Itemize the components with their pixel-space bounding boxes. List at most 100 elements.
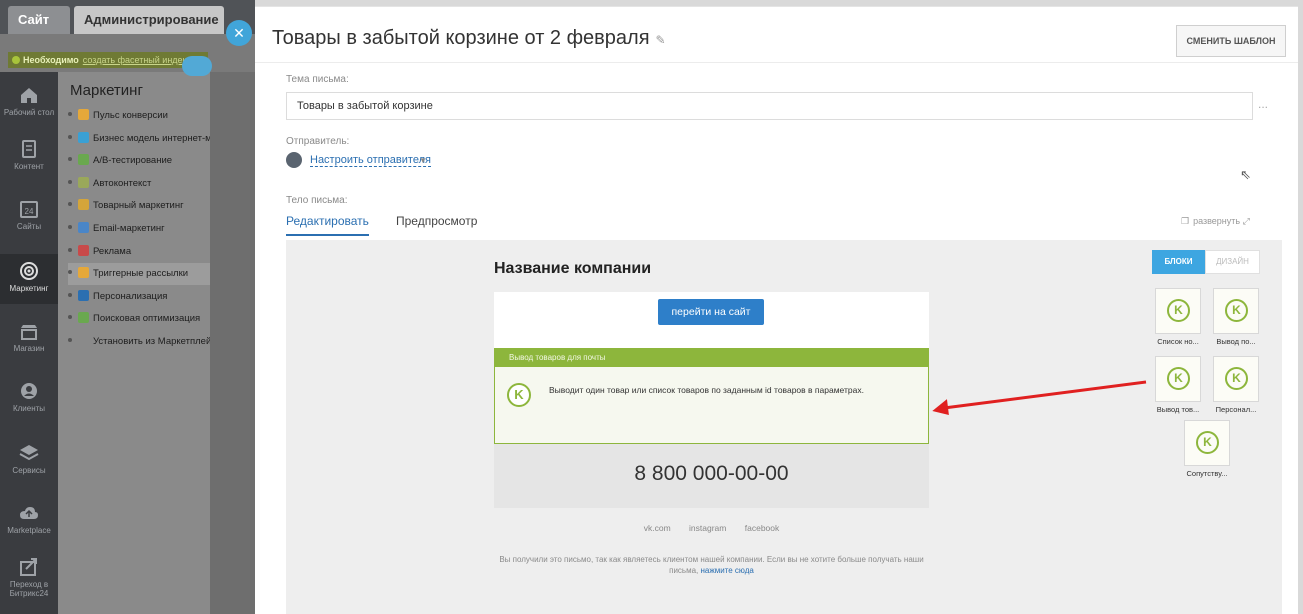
target-icon <box>20 262 38 280</box>
copy-icon: ❐ <box>1181 216 1190 226</box>
clients-icon <box>21 383 37 399</box>
bullet-icon <box>68 157 72 162</box>
block-tile[interactable]: K <box>1155 356 1201 402</box>
sender-label: Отправитель: <box>286 136 350 147</box>
menu-item-icon <box>78 131 89 143</box>
block-tile[interactable]: K <box>1155 288 1201 334</box>
nav-shop[interactable]: Магазин <box>0 320 58 364</box>
create-facet-index-link[interactable]: создать фасетный индекс <box>83 55 191 65</box>
design-tab-button[interactable]: ДИЗАЙН <box>1205 250 1260 274</box>
social-link[interactable]: facebook <box>745 523 780 533</box>
menu-item-icon <box>78 176 89 188</box>
bitrix24-icon <box>20 558 37 576</box>
sidebar-item-label: A/B-тестирование <box>93 155 173 167</box>
shop-icon <box>21 325 37 340</box>
nav-desktop[interactable]: Рабочий стол <box>0 84 58 128</box>
social-link[interactable]: instagram <box>689 523 726 533</box>
bullet-icon <box>68 179 72 184</box>
header-divider <box>255 62 1298 63</box>
go-to-site-button[interactable]: перейти на сайт <box>658 299 764 325</box>
tab-preview[interactable]: Предпросмотр <box>396 214 477 228</box>
nav-clients[interactable]: Клиенты <box>0 380 58 424</box>
sidebar-item-label: Реклама <box>93 245 132 257</box>
chevron-down-icon[interactable]: ▼ <box>419 156 427 165</box>
company-name[interactable]: Название компании <box>494 260 651 278</box>
menu-item-icon <box>78 335 89 346</box>
configure-sender-link[interactable]: Настроить отправителя <box>310 154 431 167</box>
sidebar-item[interactable]: Бизнес модель интернет-магазина <box>68 128 210 150</box>
document-icon <box>22 140 36 158</box>
block-k-icon: K <box>1167 299 1190 322</box>
nav-services[interactable]: Сервисы <box>0 442 58 486</box>
sidebar-item[interactable]: Email-маркетинг <box>68 218 210 240</box>
products-block[interactable]: Вывод товаров для почты K Выводит один т… <box>494 348 929 444</box>
bullet-icon <box>68 247 72 252</box>
phone-number: 8 800 000-00-00 <box>634 462 789 485</box>
tile-label: Персонал... <box>1215 405 1257 414</box>
calendar-icon: 24 <box>20 201 38 218</box>
block-description: Выводит один товар или список товаров по… <box>549 385 864 395</box>
tile-label: Сопутству... <box>1186 469 1228 478</box>
sidebar-item[interactable]: Триггерные рассылки <box>68 263 210 286</box>
nav-sites[interactable]: 24 Сайты <box>0 198 58 242</box>
subject-input[interactable] <box>286 92 1253 120</box>
menu-item-icon <box>78 154 89 166</box>
sidebar-item[interactable]: Автоконтекст <box>68 173 210 195</box>
blocks-tab-button[interactable]: БЛОКИ <box>1152 250 1205 274</box>
menu-item-icon <box>78 109 89 120</box>
menu-item-icon <box>78 289 89 301</box>
block-tile[interactable]: K <box>1184 420 1230 466</box>
tab-site[interactable]: Сайт <box>8 6 70 34</box>
hero-block[interactable]: перейти на сайт <box>494 292 929 348</box>
nav-label: Сервисы <box>12 466 46 475</box>
social-link[interactable]: vk.com <box>644 523 671 533</box>
icon-sidebar: Рабочий стол Контент 24 Сайты Маркетинг … <box>0 72 58 614</box>
close-icon: ✕ <box>233 25 245 41</box>
menu-item-icon <box>78 222 89 233</box>
nav-label: Сайты <box>16 222 42 231</box>
sidebar-item[interactable]: Реклама <box>68 241 210 263</box>
block-header: Вывод товаров для почты <box>495 349 928 367</box>
sidebar-item[interactable]: Товарный маркетинг <box>68 195 210 217</box>
svg-text:24: 24 <box>25 207 34 216</box>
letter-editor: Товары в забытой корзине от 2 февраля ✎ С… <box>255 6 1298 614</box>
nav-content[interactable]: Контент <box>0 138 58 182</box>
sidebar-item[interactable]: Персонализация <box>68 286 210 308</box>
block-k-icon: K <box>1167 367 1190 390</box>
bullet-icon <box>68 315 72 320</box>
more-icon[interactable]: ... <box>1258 97 1268 111</box>
sidebar-item[interactable]: Пульс конверсии <box>68 105 210 127</box>
nav-marketing[interactable]: Маркетинг <box>0 254 58 304</box>
facet-index-notice: Необходимо создать фасетный индекс <box>8 52 208 68</box>
nav-label: Переход в Битрикс24 <box>9 580 49 598</box>
cloud-upload-icon <box>20 507 38 519</box>
change-template-button[interactable]: СМЕНИТЬ ШАБЛОН <box>1176 25 1286 57</box>
pencil-icon[interactable]: ✎ <box>656 33 666 47</box>
sidebar-item-label: Автоконтекст <box>93 177 152 189</box>
bullet-icon <box>68 134 72 139</box>
unsubscribe-link[interactable]: нажмите сюда <box>701 566 754 575</box>
nav-label: Маркетинг <box>9 284 49 293</box>
menu-pin-button[interactable] <box>182 56 212 76</box>
close-panel-button[interactable]: ✕ <box>226 20 252 46</box>
block-tile[interactable]: K <box>1213 288 1259 334</box>
sidebar-item[interactable]: A/B-тестирование <box>68 150 210 172</box>
tab-admin[interactable]: Администрирование <box>74 6 224 34</box>
menu-item-icon <box>78 199 89 211</box>
nav-marketplace[interactable]: Marketplace <box>0 502 58 546</box>
phone-block[interactable]: 8 800 000-00-00 <box>494 444 929 508</box>
sidebar-item[interactable]: Поисковая оптимизация <box>68 308 210 330</box>
admin-panel: Сайт Администрирование Необходимо создать… <box>0 0 255 614</box>
block-k-icon: K <box>1225 367 1248 390</box>
tab-edit[interactable]: Редактировать <box>286 214 369 236</box>
expand-control[interactable]: ❐ развернуть ⤢ <box>1181 216 1250 227</box>
sidebar-item[interactable]: Установить из Маркетплейс <box>68 331 210 353</box>
block-tile[interactable]: K <box>1213 356 1259 402</box>
nav-bitrix24[interactable]: Переход в Битрикс24 <box>0 556 58 612</box>
bullet-icon <box>68 112 72 116</box>
layers-icon <box>19 445 39 461</box>
mouse-cursor-icon: ⇖ <box>1240 167 1251 182</box>
sidebar-item-label: Триггерные рассылки <box>93 268 189 280</box>
page-title: Товары в забытой корзине от 2 февраля ✎ <box>272 27 666 50</box>
sidebar-item-label: Поисковая оптимизация <box>93 313 201 325</box>
